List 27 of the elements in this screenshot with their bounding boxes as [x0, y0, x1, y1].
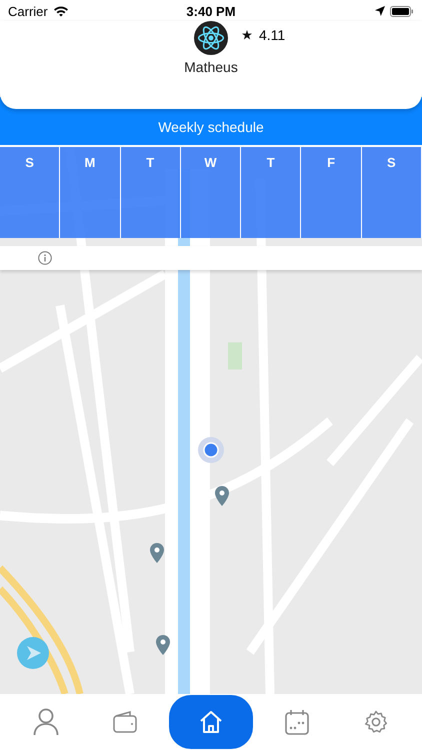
- user-name: Matheus: [184, 59, 238, 75]
- day-column[interactable]: S: [362, 147, 422, 238]
- location-dot-icon: [197, 436, 225, 464]
- wifi-icon: [52, 5, 69, 17]
- person-icon: [32, 708, 59, 736]
- star-icon: [242, 30, 252, 40]
- battery-icon: [390, 6, 414, 16]
- day-column[interactable]: T: [120, 147, 181, 238]
- settings-icon: [364, 710, 388, 734]
- location-arrow-icon: [375, 6, 385, 16]
- day-column[interactable]: F: [301, 147, 362, 238]
- carrier-label: Carrier: [8, 4, 48, 18]
- home-tab[interactable]: [168, 695, 253, 749]
- wallet-icon: [112, 711, 137, 733]
- day-column[interactable]: M: [60, 147, 121, 238]
- day-column[interactable]: S: [0, 147, 60, 238]
- map-pin-icon: [150, 543, 164, 563]
- map-pin-icon: [156, 635, 170, 655]
- day-column[interactable]: W: [180, 147, 242, 238]
- status-time: 3:40 PM: [186, 4, 236, 18]
- info-icon[interactable]: [38, 251, 52, 265]
- map-pin-icon: [215, 486, 229, 506]
- home-icon: [198, 710, 223, 734]
- day-column[interactable]: T: [241, 147, 302, 238]
- rating-value: 4.11: [259, 27, 286, 43]
- atom-logo-icon: [194, 21, 228, 55]
- calendar-icon: [285, 709, 310, 735]
